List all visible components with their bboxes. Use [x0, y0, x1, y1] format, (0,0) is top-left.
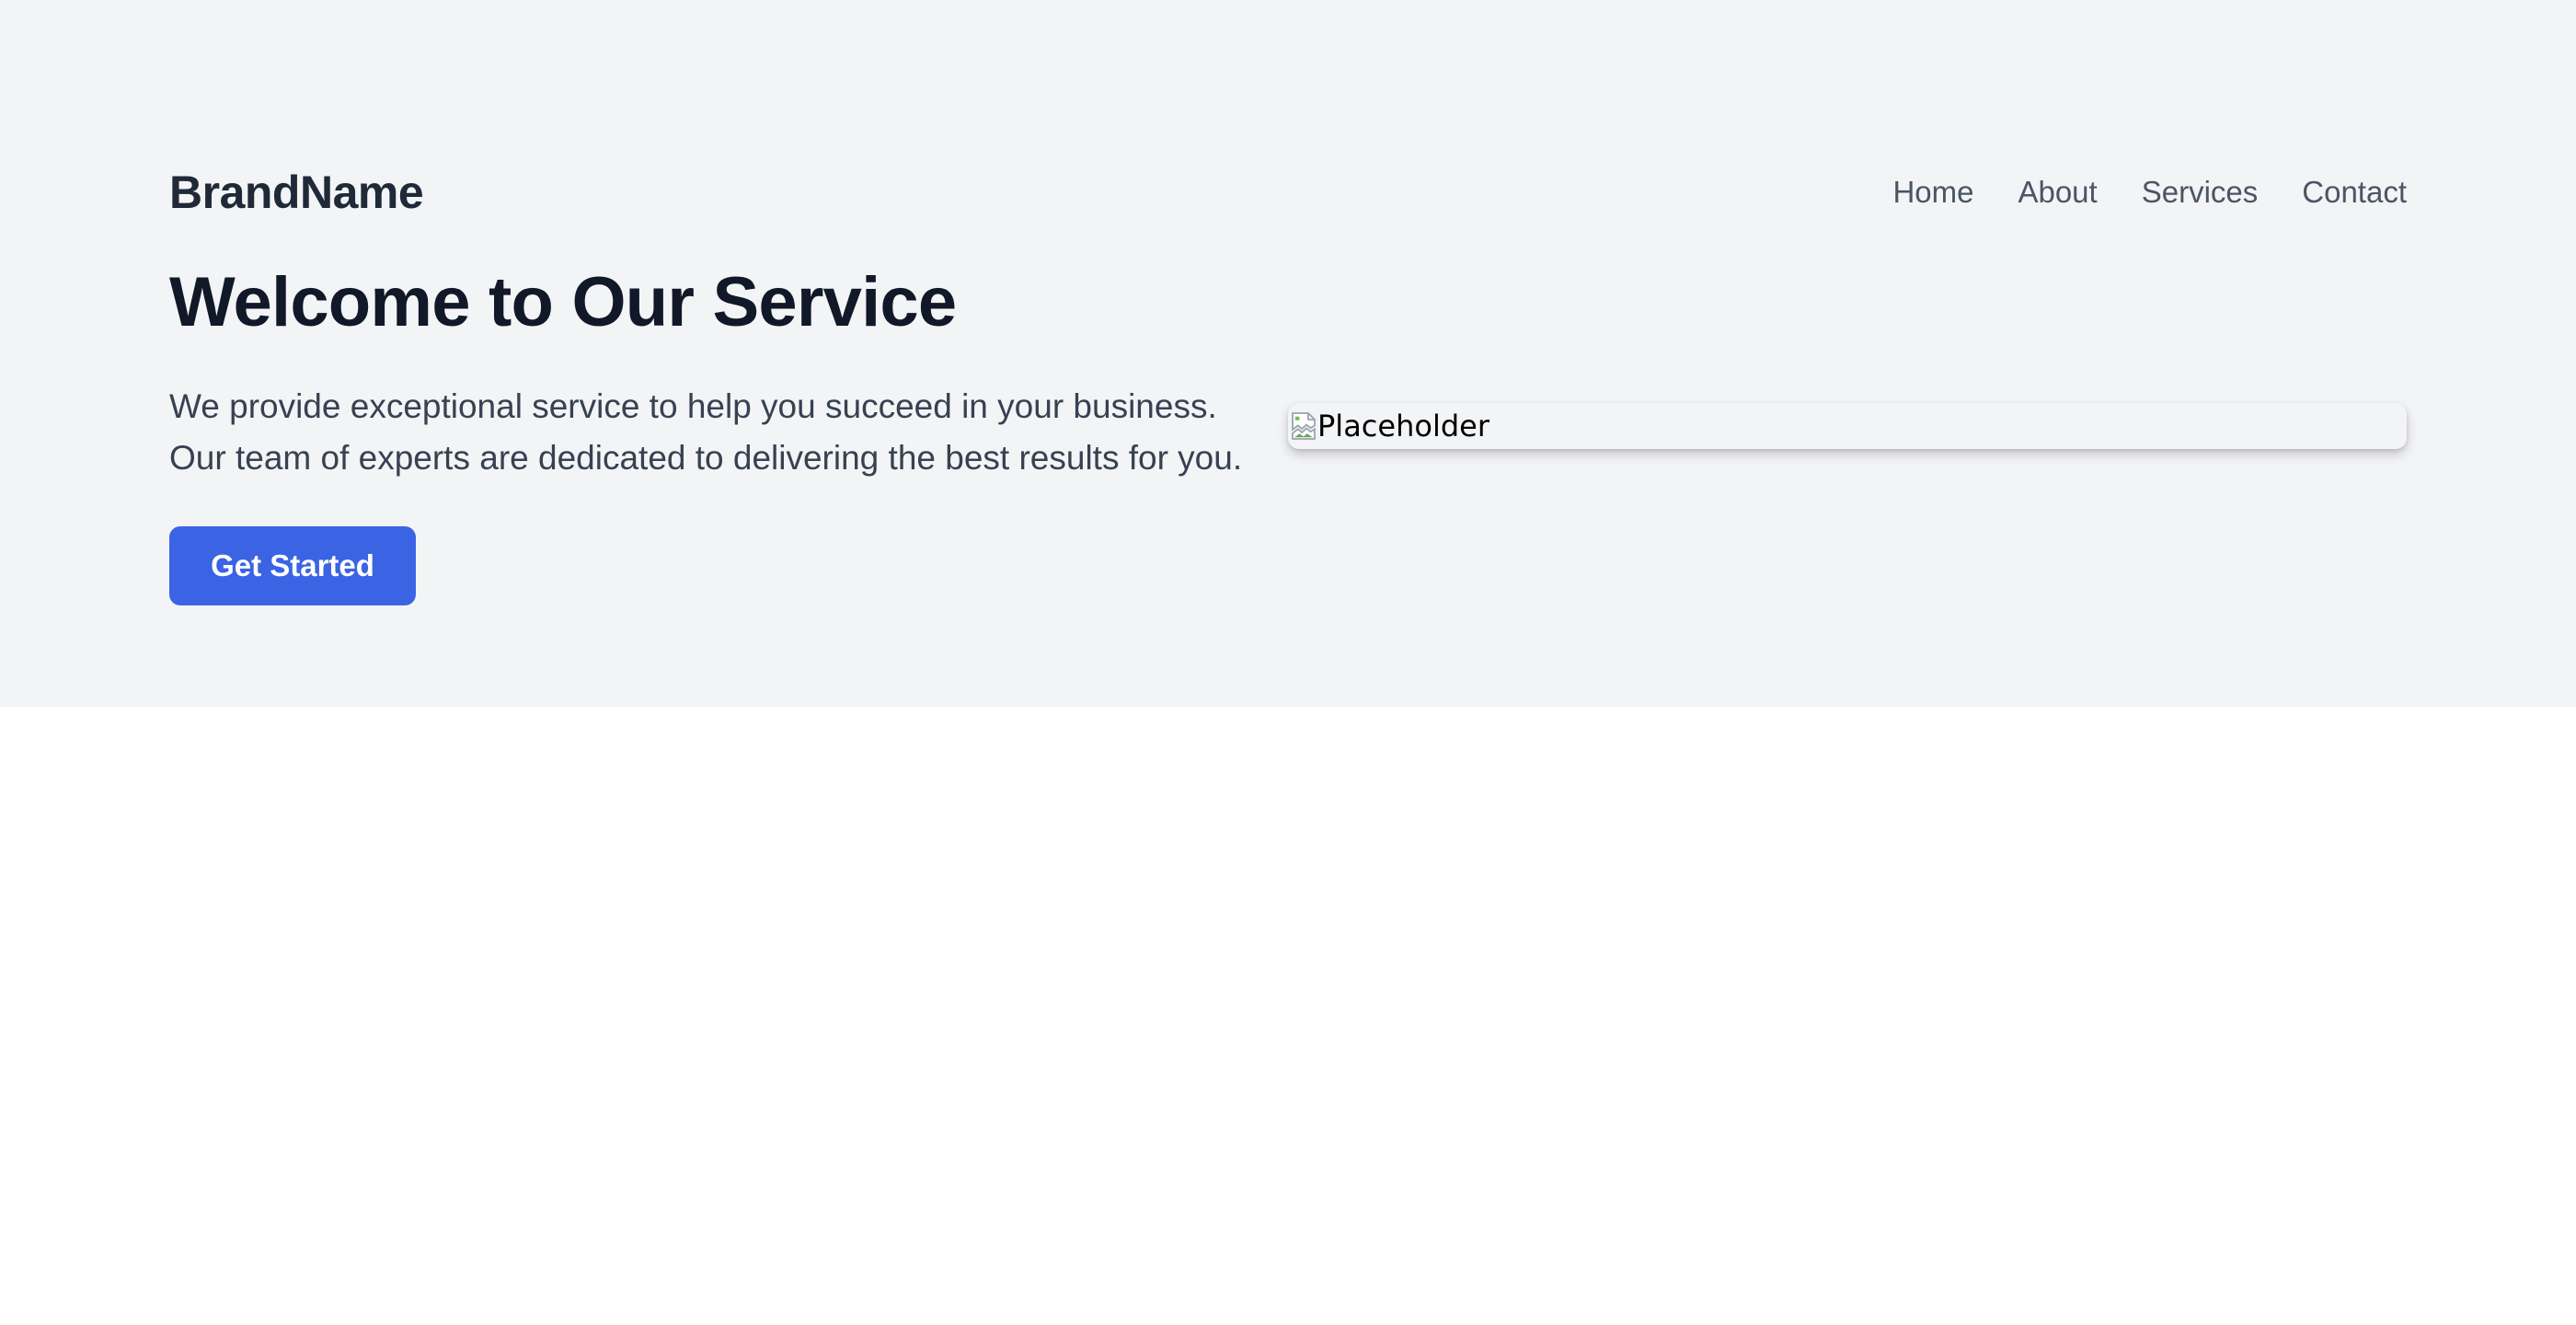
hero-container: BrandName Home About Services Contact We… — [169, 0, 2407, 707]
nav-link-services[interactable]: Services — [2142, 175, 2259, 210]
broken-image-icon — [1292, 412, 1316, 440]
brand-logo[interactable]: BrandName — [169, 166, 424, 219]
site-header: BrandName Home About Services Contact — [169, 156, 2407, 228]
get-started-button[interactable]: Get Started — [169, 526, 416, 605]
nav-link-contact[interactable]: Contact — [2302, 175, 2407, 210]
hero-section: BrandName Home About Services Contact We… — [0, 0, 2576, 707]
image-alt-text: Placeholder — [1317, 409, 1489, 444]
nav-link-about[interactable]: About — [2018, 175, 2097, 210]
hero-description: We provide exceptional service to help y… — [169, 387, 1243, 477]
nav-link-home[interactable]: Home — [1892, 175, 1973, 210]
main-nav: Home About Services Contact — [1892, 175, 2407, 210]
hero-image: Placeholder — [1288, 403, 2407, 449]
hero-title: Welcome to Our Service — [169, 263, 957, 341]
